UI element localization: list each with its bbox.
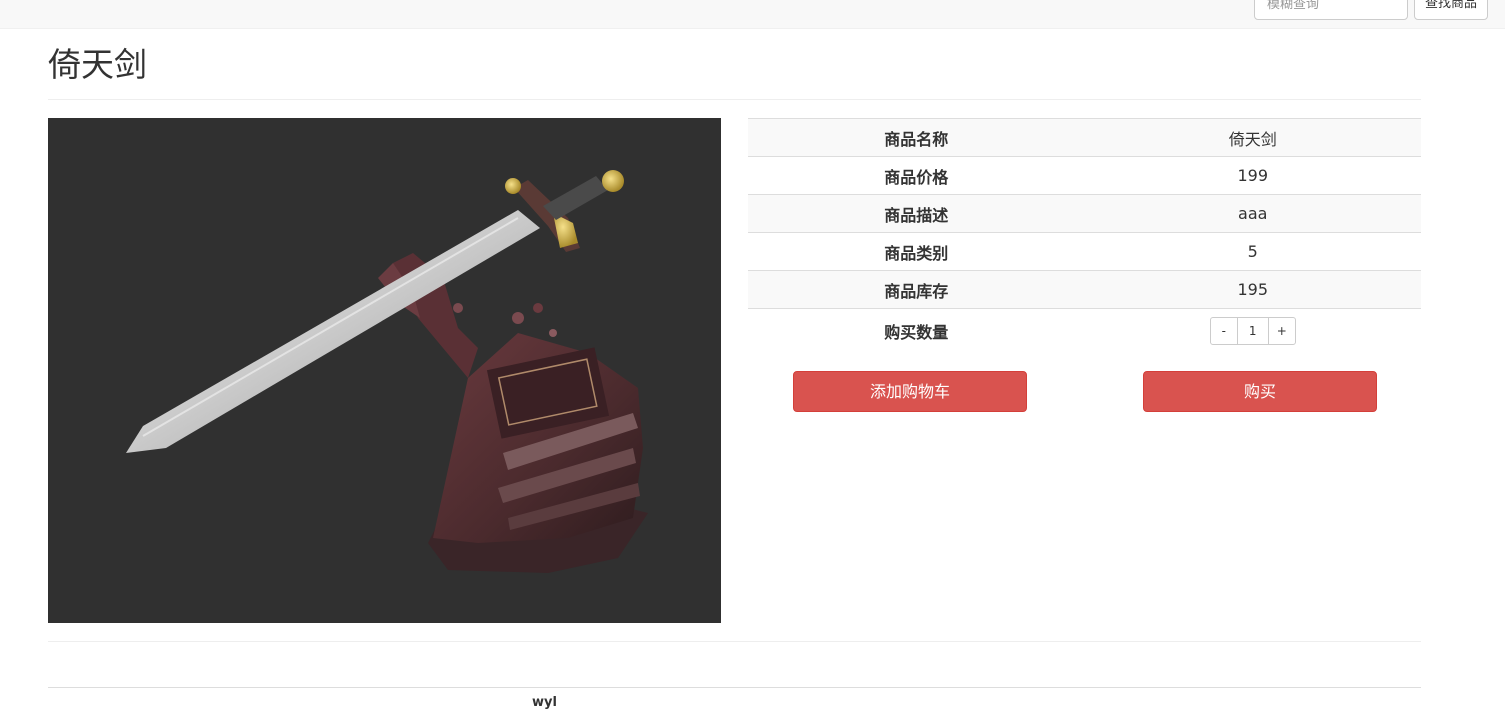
- table-row: 商品库存 195: [748, 270, 1421, 309]
- quantity-input[interactable]: 1: [1237, 316, 1268, 345]
- content-divider: [48, 641, 1421, 642]
- row-label: 商品类别: [884, 243, 949, 263]
- decrement-button[interactable]: -: [1209, 316, 1238, 345]
- row-label: 商品描述: [884, 205, 949, 225]
- footer-divider: [48, 687, 1421, 688]
- buy-button[interactable]: 购买: [1143, 371, 1377, 412]
- increment-button[interactable]: +: [1267, 316, 1296, 345]
- quantity-label: 购买数量: [884, 322, 949, 342]
- search-input[interactable]: [1254, 0, 1408, 20]
- title-divider: [48, 99, 1421, 100]
- quantity-row: 购买数量 - 1 +: [748, 308, 1422, 353]
- quantity-stepper: - 1 +: [1209, 316, 1296, 345]
- footer-author: wyl: [532, 695, 557, 710]
- top-navbar: 查找商品: [0, 0, 1505, 29]
- row-label: 商品库存: [884, 281, 949, 301]
- table-row: 商品类别 5: [748, 232, 1421, 271]
- page-title: 倚天剑: [48, 45, 147, 84]
- table-row: 商品描述 aaa: [748, 194, 1421, 233]
- row-value: 199: [1237, 166, 1269, 185]
- table-row: 商品名称 倚天剑: [748, 118, 1421, 157]
- search-button[interactable]: 查找商品: [1414, 0, 1488, 20]
- row-value: aaa: [1238, 204, 1268, 223]
- product-info-table: 商品名称 倚天剑 商品价格 199 商品描述 aaa 商品类别 5 商品库存 1…: [748, 118, 1421, 353]
- row-value: 5: [1247, 242, 1258, 261]
- row-value: 195: [1237, 280, 1269, 299]
- row-label: 商品价格: [884, 167, 949, 187]
- product-image: [48, 118, 721, 623]
- row-value: 倚天剑: [1228, 129, 1277, 149]
- table-row: 商品价格 199: [748, 156, 1421, 195]
- quantity-cell: - 1 +: [1085, 309, 1422, 353]
- sword-illustration: [126, 170, 648, 573]
- row-label: 商品名称: [884, 129, 949, 149]
- add-to-cart-button[interactable]: 添加购物车: [793, 371, 1027, 412]
